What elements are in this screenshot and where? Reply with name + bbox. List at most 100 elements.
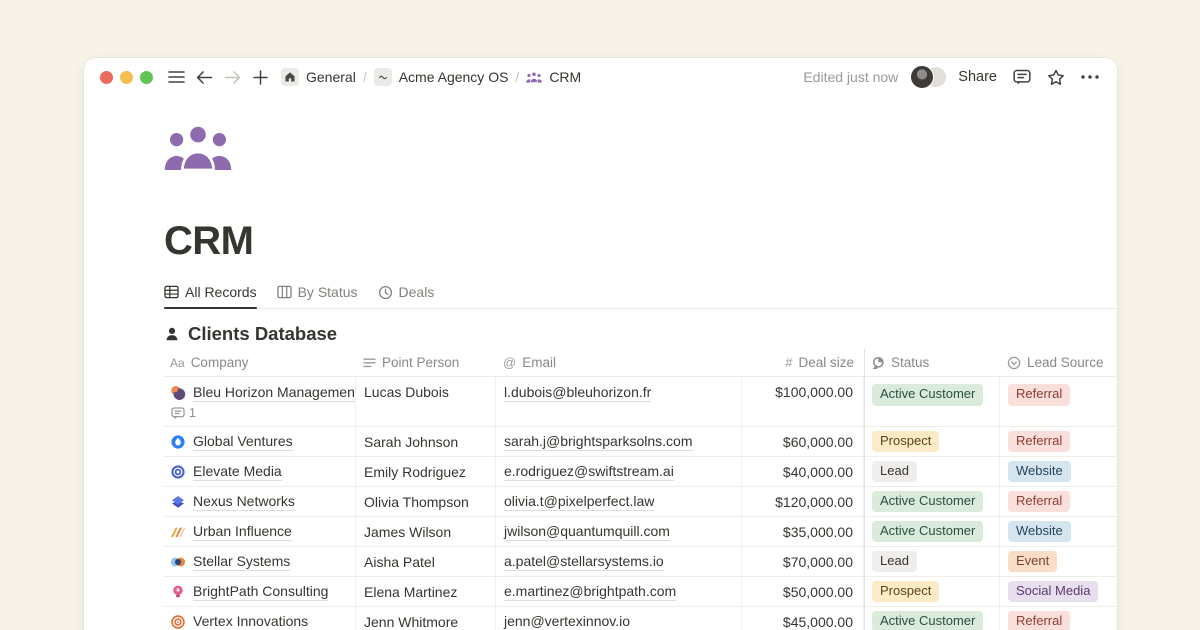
company-name[interactable]: Stellar Systems	[193, 553, 290, 571]
lead-source-cell[interactable]: Website	[1000, 457, 1117, 487]
deal-size-cell[interactable]: $70,000.00	[742, 547, 864, 577]
comments-icon[interactable]	[1013, 69, 1031, 86]
tab-deals[interactable]: Deals	[378, 284, 435, 308]
email-cell[interactable]: e.rodriguez@swiftstream.ai	[496, 457, 742, 487]
breadcrumb-workspace[interactable]: Acme Agency OS	[399, 69, 509, 85]
table-row[interactable]: Bleu Horizon Management 1 Lucas Dubois l.du…	[164, 377, 1117, 427]
point-person-cell[interactable]: Emily Rodriguez	[356, 457, 496, 487]
email-value[interactable]: jenn@vertexinnov.io	[504, 613, 630, 630]
deal-size-cell[interactable]: $120,000.00	[742, 487, 864, 517]
status-cell[interactable]: Active Customer	[864, 487, 1000, 517]
deal-size-cell[interactable]: $50,000.00	[742, 577, 864, 607]
company-cell[interactable]: Nexus Networks	[164, 487, 356, 517]
close-window-button[interactable]	[100, 71, 113, 84]
table-row[interactable]: Elevate Media Emily Rodriguez e.rodriguez@…	[164, 457, 1117, 487]
email-value[interactable]: e.rodriguez@swiftstream.ai	[504, 463, 674, 481]
table-row[interactable]: Urban Influence James Wilson jwilson@quant…	[164, 517, 1117, 547]
status-cell[interactable]: Active Customer	[864, 377, 1000, 427]
status-cell[interactable]: Prospect	[864, 577, 1000, 607]
status-cell[interactable]: Prospect	[864, 427, 1000, 457]
point-person-cell[interactable]: Lucas Dubois	[356, 377, 496, 427]
email-cell[interactable]: jwilson@quantumquill.com	[496, 517, 742, 547]
email-value[interactable]: a.patel@stellarsystems.io	[504, 553, 664, 571]
email-value[interactable]: olivia.t@pixelperfect.law	[504, 493, 654, 511]
email-value[interactable]: sarah.j@brightsparksolns.com	[504, 433, 693, 451]
deal-size-cell[interactable]: $40,000.00	[742, 457, 864, 487]
table-row[interactable]: BrightPath Consulting Elena Martinez e.mar…	[164, 577, 1117, 607]
lead-source-cell[interactable]: Referral	[1000, 607, 1117, 630]
status-cell[interactable]: Active Customer	[864, 517, 1000, 547]
company-cell[interactable]: Stellar Systems	[164, 547, 356, 577]
lead-source-cell[interactable]: Social Media	[1000, 577, 1117, 607]
table-row[interactable]: Vertex Innovations Jenn Whitmore jenn@vert…	[164, 607, 1117, 630]
company-cell[interactable]: BrightPath Consulting	[164, 577, 356, 607]
lead-source-cell[interactable]: Referral	[1000, 377, 1117, 427]
company-cell[interactable]: Vertex Innovations	[164, 607, 356, 630]
deal-size-cell[interactable]: $45,000.00	[742, 607, 864, 630]
email-value[interactable]: jwilson@quantumquill.com	[504, 523, 670, 541]
company-cell[interactable]: Bleu Horizon Management 1	[164, 377, 356, 427]
company-cell[interactable]: Urban Influence	[164, 517, 356, 547]
status-cell[interactable]: Lead	[864, 547, 1000, 577]
deal-size-cell[interactable]: $100,000.00	[742, 377, 864, 427]
column-header-deal-size[interactable]: # Deal size	[742, 349, 864, 377]
breadcrumb-crm[interactable]: CRM	[549, 69, 581, 85]
table-row[interactable]: Global Ventures Sarah Johnson sarah.j@brig…	[164, 427, 1117, 457]
breadcrumb-general[interactable]: General	[306, 69, 356, 85]
tab-by-status[interactable]: By Status	[277, 284, 358, 308]
deal-size-cell[interactable]: $35,000.00	[742, 517, 864, 547]
company-cell[interactable]: Elevate Media	[164, 457, 356, 487]
share-button[interactable]: Share	[958, 69, 997, 85]
column-header-status[interactable]: Status	[864, 349, 1000, 377]
column-header-email[interactable]: @ Email	[496, 349, 742, 377]
back-button[interactable]	[193, 66, 215, 88]
favorite-star-icon[interactable]	[1047, 69, 1065, 86]
company-name[interactable]: Vertex Innovations	[193, 613, 308, 630]
email-value[interactable]: l.dubois@bleuhorizon.fr	[504, 384, 651, 402]
table-row[interactable]: Nexus Networks Olivia Thompson olivia.t@pi…	[164, 487, 1117, 517]
column-header-lead-source[interactable]: Lead Source	[1000, 349, 1117, 377]
sidebar-toggle-button[interactable]	[165, 66, 187, 88]
database-title[interactable]: Clients Database	[188, 323, 337, 345]
tab-all-records[interactable]: All Records	[164, 284, 257, 308]
company-name[interactable]: Urban Influence	[193, 523, 292, 541]
lead-source-cell[interactable]: Event	[1000, 547, 1117, 577]
company-cell[interactable]: Global Ventures	[164, 427, 356, 457]
email-cell[interactable]: sarah.j@brightsparksolns.com	[496, 427, 742, 457]
email-value[interactable]: e.martinez@brightpath.com	[504, 583, 676, 601]
lead-source-cell[interactable]: Referral	[1000, 427, 1117, 457]
point-person-cell[interactable]: Sarah Johnson	[356, 427, 496, 457]
minimize-window-button[interactable]	[120, 71, 133, 84]
point-person-cell[interactable]: James Wilson	[356, 517, 496, 547]
more-options-icon[interactable]	[1081, 75, 1099, 79]
column-header-company[interactable]: Aa Company	[164, 349, 356, 377]
email-cell[interactable]: jenn@vertexinnov.io	[496, 607, 742, 630]
company-name[interactable]: Nexus Networks	[193, 493, 295, 511]
deal-size-cell[interactable]: $60,000.00	[742, 427, 864, 457]
page-icon-people[interactable]	[164, 122, 232, 170]
table-row[interactable]: Stellar Systems Aisha Patel a.patel@stella…	[164, 547, 1117, 577]
lead-source-cell[interactable]: Referral	[1000, 487, 1117, 517]
point-person-cell[interactable]: Jenn Whitmore	[356, 607, 496, 630]
company-name[interactable]: BrightPath Consulting	[193, 583, 328, 601]
company-name[interactable]: Bleu Horizon Management	[193, 384, 356, 402]
email-cell[interactable]: e.martinez@brightpath.com	[496, 577, 742, 607]
email-cell[interactable]: a.patel@stellarsystems.io	[496, 547, 742, 577]
point-person-cell[interactable]: Elena Martinez	[356, 577, 496, 607]
email-cell[interactable]: l.dubois@bleuhorizon.fr	[496, 377, 742, 427]
point-person-cell[interactable]: Olivia Thompson	[356, 487, 496, 517]
company-name[interactable]: Elevate Media	[193, 463, 282, 481]
status-cell[interactable]: Lead	[864, 457, 1000, 487]
column-header-point-person[interactable]: Point Person	[356, 349, 496, 377]
email-cell[interactable]: olivia.t@pixelperfect.law	[496, 487, 742, 517]
company-name[interactable]: Global Ventures	[193, 433, 293, 451]
point-person-cell[interactable]: Aisha Patel	[356, 547, 496, 577]
collaborator-avatars[interactable]	[910, 65, 946, 89]
status-cell[interactable]: Active Customer	[864, 607, 1000, 630]
zoom-window-button[interactable]	[140, 71, 153, 84]
page-title[interactable]: CRM	[164, 220, 1117, 262]
forward-button[interactable]	[221, 66, 243, 88]
lead-source-cell[interactable]: Website	[1000, 517, 1117, 547]
new-page-button[interactable]	[249, 66, 271, 88]
comment-count[interactable]: 1	[171, 406, 196, 420]
